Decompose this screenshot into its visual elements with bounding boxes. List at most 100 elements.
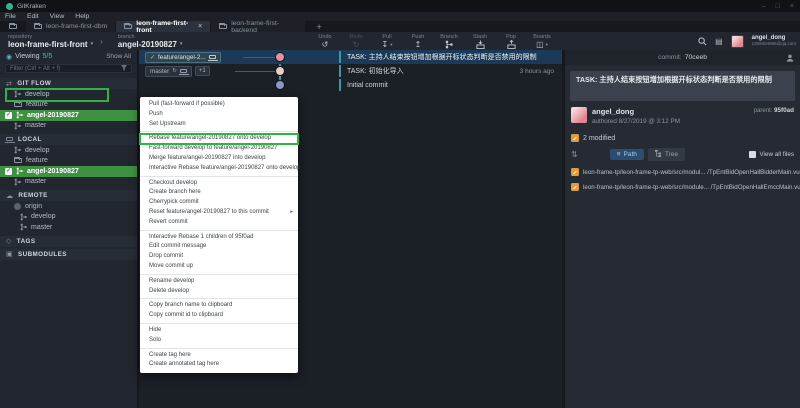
sidebar-item-local-angel-20190827[interactable]: ✓ angel-20190827 (0, 166, 137, 177)
sidebar-item-gitflow-master[interactable]: master (0, 121, 137, 132)
sidebar-item-origin-develop[interactable]: develop (0, 212, 137, 223)
menu-item-set-upstream[interactable]: Set Upstream (140, 120, 298, 130)
menu-item-interactive-rebase-onto[interactable]: Interactive Rebase feature/angel-2019082… (140, 164, 298, 174)
commit-message-box[interactable]: TASK: 主持人结束按钮增加根据开标状态判断是否禁用的限制 (570, 71, 795, 101)
person-icon[interactable] (786, 54, 794, 62)
minimize-button[interactable]: – (762, 3, 766, 10)
pull-button[interactable]: Pull ↧ ▾ (378, 34, 396, 49)
stash-button[interactable]: Stash (471, 34, 489, 49)
file-row-emcc-main[interactable]: leon-frame-tp/leon-frame-tp-web/src/modu… (565, 183, 800, 191)
path-view-button[interactable]: ≡ Path (610, 149, 644, 160)
commit-node-avatar[interactable] (275, 52, 285, 62)
chevron-down-icon[interactable]: ▾ (546, 40, 548, 49)
branch-pill-feature-angel[interactable]: ✓ feature/angel-2... (145, 52, 221, 63)
cloud-icon: ☁ (6, 192, 13, 200)
maximize-button[interactable]: □ (776, 3, 780, 10)
menu-item-copy-branch-name[interactable]: Copy branch name to clipboard (140, 301, 298, 311)
branch-pill-master[interactable]: master ↻ (145, 66, 192, 77)
section-submodules[interactable]: ▣ SUBMODULES (0, 249, 137, 260)
push-button[interactable]: Push ↥ (409, 34, 427, 49)
branch-filter-input[interactable]: Filter (Ctrl + Alt + f) (5, 64, 132, 73)
commit-message[interactable]: TASK: 初始化导入 (339, 65, 404, 77)
checkbox-checked-icon[interactable]: ✓ (5, 112, 12, 119)
open-repo-button[interactable] (0, 21, 26, 32)
menu-item-pull[interactable]: Pull (fast-forward if possible) (140, 100, 298, 110)
commit-message[interactable]: TASK: 主持人结束按钮增加根据开标状态判断是否禁用的限制 (339, 51, 537, 63)
repository-selector[interactable]: repository leon-frame-first-front ▾ (8, 34, 93, 49)
show-all-button[interactable]: Show All (106, 53, 131, 60)
redo-button[interactable]: Redo ↻ (347, 34, 365, 49)
branch-selector[interactable]: branch angel-20190827 ▾ (118, 34, 183, 49)
sidebar-item-gitflow-angel-20190827[interactable]: ✓ angel-20190827 (0, 110, 137, 121)
commit-row-initial[interactable]: Initial commit (139, 78, 562, 92)
commit-node-avatar[interactable] (275, 80, 285, 90)
menu-item-checkout-develop[interactable]: Checkout develop (140, 179, 298, 189)
menu-item-create-branch[interactable]: Create branch here (140, 188, 298, 198)
sidebar-item-local-master[interactable]: master (0, 177, 137, 188)
menu-item-interactive-rebase-children[interactable]: Interactive Rebase 1 children of 95f0ad (140, 233, 298, 243)
section-tags[interactable]: ◇ TAGS (0, 236, 137, 247)
sort-icon[interactable]: ⇅ (571, 150, 578, 159)
pop-button[interactable]: Pop (502, 34, 520, 49)
commit-row-master[interactable]: master ↻ +1 TASK: 初始化导入 3 hours ago (139, 64, 562, 78)
sidebar-item-origin-master[interactable]: master (0, 222, 137, 233)
branch-context-menu: Pull (fast-forward if possible) Push Set… (140, 97, 298, 373)
menu-separator (140, 298, 298, 299)
commit-row-selected[interactable]: ✓ feature/angel-2... TASK: 主持人结束按钮增加根据开标… (139, 50, 562, 64)
search-icon[interactable] (698, 37, 707, 46)
new-tab-button[interactable]: + (306, 21, 332, 32)
menu-item-delete-develop[interactable]: Delete develop (140, 287, 298, 297)
menu-item-push[interactable]: Push (140, 110, 298, 120)
checkbox-checked-icon[interactable]: ✓ (5, 168, 12, 175)
view-all-files-toggle[interactable]: View all files (749, 151, 794, 158)
menu-item-hide[interactable]: Hide (140, 326, 298, 336)
menu-item-fast-forward[interactable]: Fast-forward develop to feature/angel-20… (140, 144, 298, 154)
boards-button[interactable]: Boards ◫ ▾ (533, 34, 551, 49)
menu-item-edit-commit-message[interactable]: Edit commit message (140, 242, 298, 252)
tree-view-button[interactable]: Tree (648, 148, 685, 161)
commit-sha[interactable]: 70ceeb (685, 54, 707, 61)
commit-message[interactable]: Initial commit (339, 79, 388, 91)
tab-close-icon[interactable]: × (198, 23, 202, 30)
undo-button[interactable]: Undo ↺ (316, 34, 334, 49)
sidebar-item-local-develop[interactable]: develop (0, 145, 137, 156)
sidebar-folder-local-feature[interactable]: feature (0, 156, 137, 167)
menu-item-cherrypick[interactable]: Cherrypick commit (140, 198, 298, 208)
menu-view[interactable]: View (50, 13, 65, 20)
section-remote[interactable]: ☁ REMOTE (0, 190, 137, 201)
commit-node-avatar[interactable] (275, 66, 285, 76)
tab-leon-frame-first-backend[interactable]: leon-frame-first-backend (211, 21, 306, 32)
branch-button[interactable]: Branch (440, 34, 458, 49)
chevron-down-icon[interactable]: ▾ (390, 40, 392, 49)
checkbox-icon[interactable] (749, 151, 756, 158)
tab-leon-frame-first-front[interactable]: leon-frame-first-front × (116, 21, 211, 32)
menu-item-rebase-onto-develop[interactable]: Rebase feature/angel-20190827 onto devel… (140, 134, 298, 144)
sidebar-folder-gitflow-feature[interactable]: feature (0, 100, 137, 111)
menu-item-revert-commit[interactable]: Revert commit (140, 218, 298, 228)
sidebar-item-gitflow-develop[interactable]: develop (0, 89, 137, 100)
menu-file[interactable]: File (5, 13, 16, 20)
remote-sync-icon: ↻ (172, 68, 177, 74)
file-row-bidder-main[interactable]: leon-frame-tp/leon-frame-tp-web/src/modu… (565, 168, 800, 176)
user-avatar[interactable] (731, 35, 744, 48)
menu-item-rename-develop[interactable]: Rename develop (140, 277, 298, 287)
eye-icon: ◉ (6, 53, 12, 61)
list-menu-icon[interactable]: ▤ (715, 37, 723, 46)
menu-item-create-tag[interactable]: Create tag here (140, 351, 298, 361)
menu-item-create-annotated-tag[interactable]: Create annotated tag here (140, 360, 298, 370)
tab-leon-frame-first-dbm[interactable]: leon-frame-first-dbm (26, 21, 116, 32)
menu-edit[interactable]: Edit (27, 13, 39, 20)
section-local[interactable]: LOCAL (0, 134, 137, 145)
menu-item-solo[interactable]: Solo (140, 336, 298, 346)
section-git-flow[interactable]: ⇄ GIT FLOW (0, 78, 137, 89)
menu-item-merge-into-develop[interactable]: Merge feature/angel-20190827 into develo… (140, 154, 298, 164)
parent-commit[interactable]: parent: 95f0ad (754, 107, 794, 114)
sidebar-item-remote-origin[interactable]: origin (0, 201, 137, 212)
hidden-refs-badge[interactable]: +1 (195, 66, 210, 76)
menu-item-reset-to-commit[interactable]: Reset feature/angel-20190827 to this com… (140, 208, 298, 218)
menu-help[interactable]: Help (75, 13, 89, 20)
menu-item-move-commit-up[interactable]: Move commit up (140, 262, 298, 272)
menu-item-drop-commit[interactable]: Drop commit (140, 252, 298, 262)
menu-item-copy-commit-id[interactable]: Copy commit id to clipboard (140, 311, 298, 321)
close-button[interactable]: × (790, 3, 794, 10)
